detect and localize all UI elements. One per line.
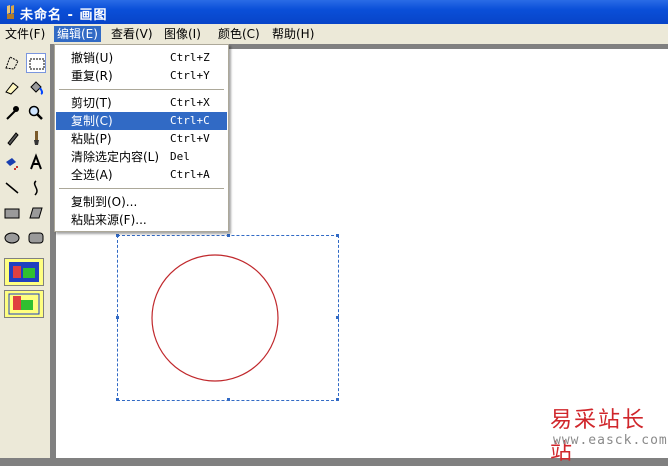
menu-item-label: 清除选定内容(L) <box>71 150 160 164</box>
menu-item-label: 复制到(O)... <box>71 195 138 209</box>
selection-rectangle[interactable] <box>116 234 339 401</box>
polygon-tool[interactable] <box>26 203 46 223</box>
menu-item-shortcut: Ctrl+Y <box>170 69 210 82</box>
menu-view[interactable]: 查看(V) <box>108 26 156 42</box>
menu-item-paste[interactable]: 粘贴(P) Ctrl+V <box>56 130 227 148</box>
window-title: 未命名 - 画图 <box>20 8 108 23</box>
menu-item-label: 复制(C) <box>71 114 113 128</box>
menu-item-shortcut: Ctrl+X <box>170 96 210 109</box>
menu-item-label: 粘贴(P) <box>71 132 112 146</box>
resize-handle-sw[interactable] <box>116 398 119 401</box>
rectangle-icon <box>4 208 20 219</box>
resize-handle-ne[interactable] <box>336 234 339 237</box>
color-picker-tool[interactable] <box>2 103 22 123</box>
menu-item-undo[interactable]: 撤销(U) Ctrl+Z <box>56 49 227 67</box>
toolbox <box>0 44 50 458</box>
resize-handle-n[interactable] <box>227 234 230 237</box>
line-icon <box>5 182 19 194</box>
rounded-rect-tool[interactable] <box>26 228 46 248</box>
menu-item-shortcut: Ctrl+A <box>170 168 210 181</box>
menu-item-label: 撤销(U) <box>71 51 114 65</box>
watermark-url: www.easck.com <box>553 433 668 448</box>
rect-select-tool[interactable] <box>26 53 46 73</box>
opaque-selection-icon <box>9 262 39 282</box>
resize-handle-nw[interactable] <box>116 234 119 237</box>
menu-bar: 文件(F) 编辑(E) 查看(V) 图像(I) 颜色(C) 帮助(H) <box>0 24 668 44</box>
pencil-tool[interactable] <box>2 128 22 148</box>
paint-app-icon <box>7 5 14 19</box>
ellipse-tool[interactable] <box>2 228 22 248</box>
color-picker-icon <box>6 106 19 120</box>
rectangle-tool[interactable] <box>2 203 22 223</box>
menu-help[interactable]: 帮助(H) <box>269 26 317 42</box>
brush-tool[interactable] <box>26 128 46 148</box>
fill-tool[interactable] <box>26 78 46 98</box>
free-select-icon <box>5 56 19 70</box>
resize-handle-w[interactable] <box>116 316 119 319</box>
pencil-icon <box>7 132 19 146</box>
title-bar: 未命名 - 画图 <box>0 0 668 24</box>
edit-menu-dropdown: 撤销(U) Ctrl+Z 重复(R) Ctrl+Y 剪切(T) Ctrl+X 复… <box>54 44 229 232</box>
menu-item-label: 全选(A) <box>71 168 113 182</box>
eraser-tool[interactable] <box>2 78 22 98</box>
line-tool[interactable] <box>2 178 22 198</box>
menu-item-label: 粘贴来源(F)... <box>71 213 147 227</box>
rounded-rect-icon <box>28 232 44 244</box>
curve-icon <box>33 180 38 196</box>
menu-item-shortcut: Ctrl+V <box>170 132 210 145</box>
polygon-icon <box>29 207 43 219</box>
text-icon <box>30 153 42 170</box>
menu-item-copy-to[interactable]: 复制到(O)... <box>56 193 227 211</box>
menu-item-select-all[interactable]: 全选(A) Ctrl+A <box>56 166 227 184</box>
fill-icon <box>30 81 44 95</box>
selection-mode-transparent[interactable] <box>4 290 44 318</box>
brush-icon <box>34 131 39 145</box>
magnifier-tool[interactable] <box>26 103 46 123</box>
selection-mode-opaque[interactable] <box>4 258 44 286</box>
transparent-selection-icon <box>8 293 40 315</box>
menu-item-shortcut: Ctrl+Z <box>170 51 210 64</box>
free-select-tool[interactable] <box>2 53 22 73</box>
text-tool[interactable] <box>26 153 46 173</box>
menu-item-copy[interactable]: 复制(C) Ctrl+C <box>56 112 227 130</box>
menu-item-label: 重复(R) <box>71 69 113 83</box>
menu-item-label: 剪切(T) <box>71 96 112 110</box>
resize-handle-se[interactable] <box>336 398 339 401</box>
magnifier-icon <box>28 105 43 120</box>
menu-separator <box>59 188 224 189</box>
airbrush-icon <box>6 158 18 170</box>
menu-item-cut[interactable]: 剪切(T) Ctrl+X <box>56 94 227 112</box>
menu-colors[interactable]: 颜色(C) <box>215 26 263 42</box>
resize-handle-s[interactable] <box>227 398 230 401</box>
curve-tool[interactable] <box>26 178 46 198</box>
menu-item-shortcut: Del <box>170 150 190 163</box>
menu-item-shortcut: Ctrl+C <box>170 114 210 127</box>
menu-separator <box>59 89 224 90</box>
menu-edit[interactable]: 编辑(E) <box>54 26 101 42</box>
resize-handle-e[interactable] <box>336 316 339 319</box>
menu-file[interactable]: 文件(F) <box>2 26 48 42</box>
airbrush-tool[interactable] <box>2 153 22 173</box>
eraser-icon <box>5 82 19 95</box>
menu-item-clear-selection[interactable]: 清除选定内容(L) Del <box>56 148 227 166</box>
menu-item-redo[interactable]: 重复(R) Ctrl+Y <box>56 67 227 85</box>
rect-select-icon <box>29 58 45 70</box>
ellipse-icon <box>4 232 20 244</box>
menu-image[interactable]: 图像(I) <box>161 26 204 42</box>
menu-item-paste-from[interactable]: 粘贴来源(F)... <box>56 211 227 229</box>
